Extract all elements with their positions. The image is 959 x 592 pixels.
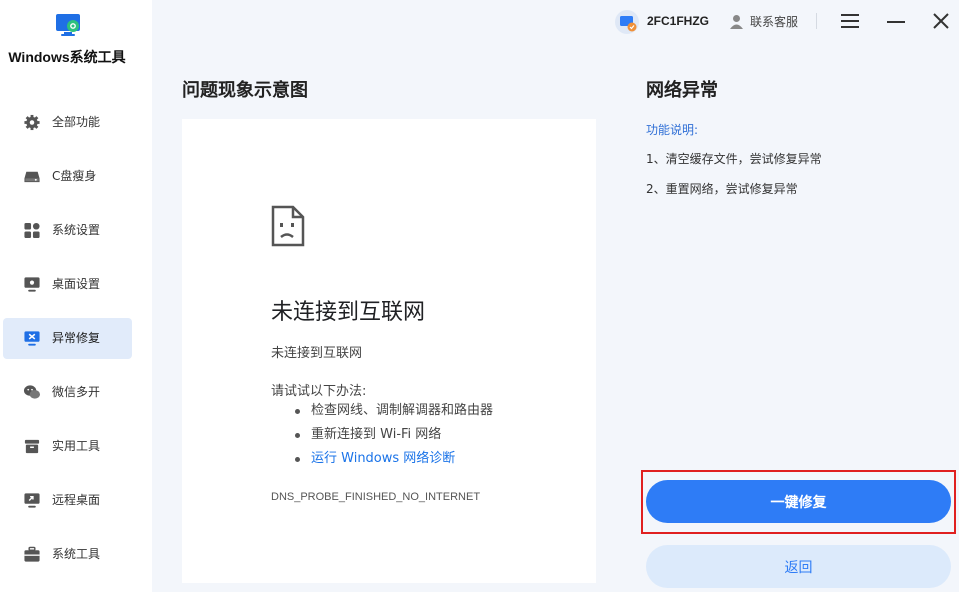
sidebar-item-c-drive[interactable]: C盘瘦身 [3, 156, 132, 197]
sidebar-item-label: 系统设置 [52, 223, 101, 237]
app-logo: Windows系统工具 [0, 0, 152, 70]
function-description-line: 1、清空缓存文件，尝试修复异常 [646, 152, 822, 166]
sidebar-item-wechat[interactable]: 微信多开 [3, 372, 132, 413]
menu-button[interactable] [837, 8, 863, 34]
error-subtitle: 未连接到互联网 [271, 346, 363, 361]
sidebar-item-label: 远程桌面 [52, 493, 101, 507]
sidebar-item-utilities[interactable]: 实用工具 [3, 426, 132, 467]
app-title: Windows系统工具 [8, 49, 126, 65]
problem-illustration-card: 未连接到互联网 未连接到互联网 请试试以下办法: 检查网线、调制解调器和路由器 … [182, 119, 596, 583]
list-item: 重新连接到 Wi-Fi 网络 [295, 426, 493, 450]
user-id: 2FC1FHZG [647, 14, 710, 28]
hamburger-menu-icon [841, 14, 859, 28]
function-description-label: 功能说明: [646, 123, 699, 137]
sidebar-item-label: 异常修复 [52, 331, 101, 345]
repair-icon [24, 331, 40, 346]
sad-page-icon [271, 205, 305, 247]
sidebar-item-label: C盘瘦身 [52, 169, 97, 183]
sidebar-item-all-functions[interactable]: 全部功能 [3, 102, 132, 143]
close-button[interactable] [928, 8, 954, 34]
close-icon [933, 13, 949, 29]
error-steps-list: 检查网线、调制解调器和路由器 重新连接到 Wi-Fi 网络 运行 Windows… [295, 402, 493, 474]
minimize-button[interactable] [883, 8, 909, 34]
error-title: 未连接到互联网 [271, 300, 426, 325]
support-person-icon [730, 14, 743, 29]
sidebar-item-label: 桌面设置 [52, 277, 101, 291]
sidebar-item-label: 微信多开 [52, 385, 101, 399]
wechat-icon [23, 385, 41, 399]
problem-illustration-title: 问题现象示意图 [182, 80, 308, 101]
sidebar-item-remote-desktop[interactable]: 远程桌面 [3, 480, 132, 521]
function-description-line: 2、重置网络，尝试修复异常 [646, 182, 798, 196]
sidebar-item-label: 实用工具 [52, 439, 101, 453]
title-bar: 2FC1FHZG 联系客服 [152, 0, 959, 44]
error-code: DNS_PROBE_FINISHED_NO_INTERNET [271, 491, 481, 503]
sidebar: Windows系统工具 全部功能 C盘瘦身 系统设置 桌面设置 异常修复 微信多… [0, 0, 152, 592]
minimize-icon [887, 21, 905, 23]
monitor-icon [24, 277, 40, 292]
sidebar-item-label: 系统工具 [52, 547, 101, 561]
gear-icon [24, 114, 40, 131]
list-item: 检查网线、调制解调器和路由器 [295, 402, 493, 426]
app-logo-icon [56, 14, 80, 36]
toolbox-icon [24, 439, 40, 454]
sidebar-item-repair[interactable]: 异常修复 [3, 318, 132, 359]
sidebar-item-system-tools[interactable]: 系统工具 [3, 534, 132, 575]
back-button[interactable]: 返回 [646, 545, 951, 588]
remote-desktop-icon [24, 493, 40, 508]
one-click-repair-button[interactable]: 一键修复 [646, 480, 951, 523]
disk-icon [24, 171, 40, 183]
error-try-label: 请试试以下办法: [271, 384, 367, 399]
contact-support-label: 联系客服 [750, 14, 799, 29]
user-avatar-icon[interactable] [615, 10, 639, 34]
contact-support-button[interactable]: 联系客服 [729, 11, 798, 31]
sidebar-item-system-settings[interactable]: 系统设置 [3, 210, 132, 251]
briefcase-icon [24, 546, 40, 562]
issue-title: 网络异常 [646, 80, 718, 101]
sidebar-item-desktop-settings[interactable]: 桌面设置 [3, 264, 132, 305]
sidebar-item-label: 全部功能 [52, 115, 101, 129]
network-diagnostics-link[interactable]: 运行 Windows 网络诊断 [295, 450, 493, 474]
grid-icon [24, 222, 40, 239]
title-bar-divider [816, 13, 817, 29]
